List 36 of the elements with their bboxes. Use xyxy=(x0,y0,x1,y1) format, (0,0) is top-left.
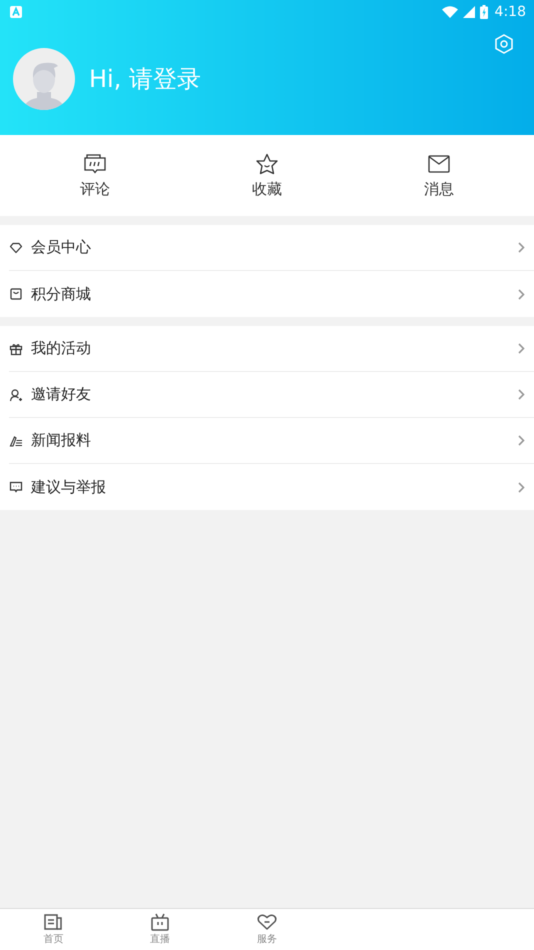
chat-icon xyxy=(9,480,23,494)
menu-item[interactable]: 邀请好友 xyxy=(9,372,534,418)
diamond-icon xyxy=(9,240,23,254)
newspaper-icon xyxy=(43,913,64,931)
chevron-right-icon xyxy=(518,242,525,253)
menu-item[interactable]: 建议与举报 xyxy=(9,464,534,510)
menu-item[interactable]: 新闻报料 xyxy=(9,418,534,464)
chevron-right-icon xyxy=(518,343,525,354)
chevron-right-icon xyxy=(518,389,525,400)
chevron-right-icon xyxy=(518,288,525,300)
chevron-right-icon xyxy=(518,435,525,446)
clock-time: 4:18 xyxy=(494,4,526,20)
person-icon xyxy=(9,388,23,402)
star-icon xyxy=(255,152,279,174)
wifi-icon xyxy=(442,6,458,18)
tab-item[interactable]: 服务 xyxy=(214,909,320,950)
tv-icon xyxy=(150,913,170,931)
menu-item[interactable]: 积分商城 xyxy=(9,271,534,317)
comment-icon xyxy=(83,152,107,174)
menu-item[interactable]: 我的活动 xyxy=(9,326,534,372)
shortcut-button[interactable]: 收藏 xyxy=(227,135,307,216)
heart-icon xyxy=(256,913,277,931)
menu-item[interactable]: 会员中心 xyxy=(9,225,534,271)
app-notification-icon xyxy=(10,6,22,18)
shortcut-button[interactable]: 消息 xyxy=(399,135,479,216)
bag-icon xyxy=(9,287,23,301)
gift-icon xyxy=(9,342,23,356)
settings-icon[interactable] xyxy=(495,34,513,54)
tab-item[interactable]: 直播 xyxy=(106,909,214,950)
mail-icon xyxy=(427,152,451,174)
signal-icon xyxy=(462,6,475,18)
tab-item[interactable]: 首页 xyxy=(0,909,107,950)
battery-icon xyxy=(480,5,488,19)
chevron-right-icon xyxy=(518,482,525,492)
pen-icon xyxy=(9,434,23,448)
shortcut-button[interactable]: 评论 xyxy=(55,135,135,216)
